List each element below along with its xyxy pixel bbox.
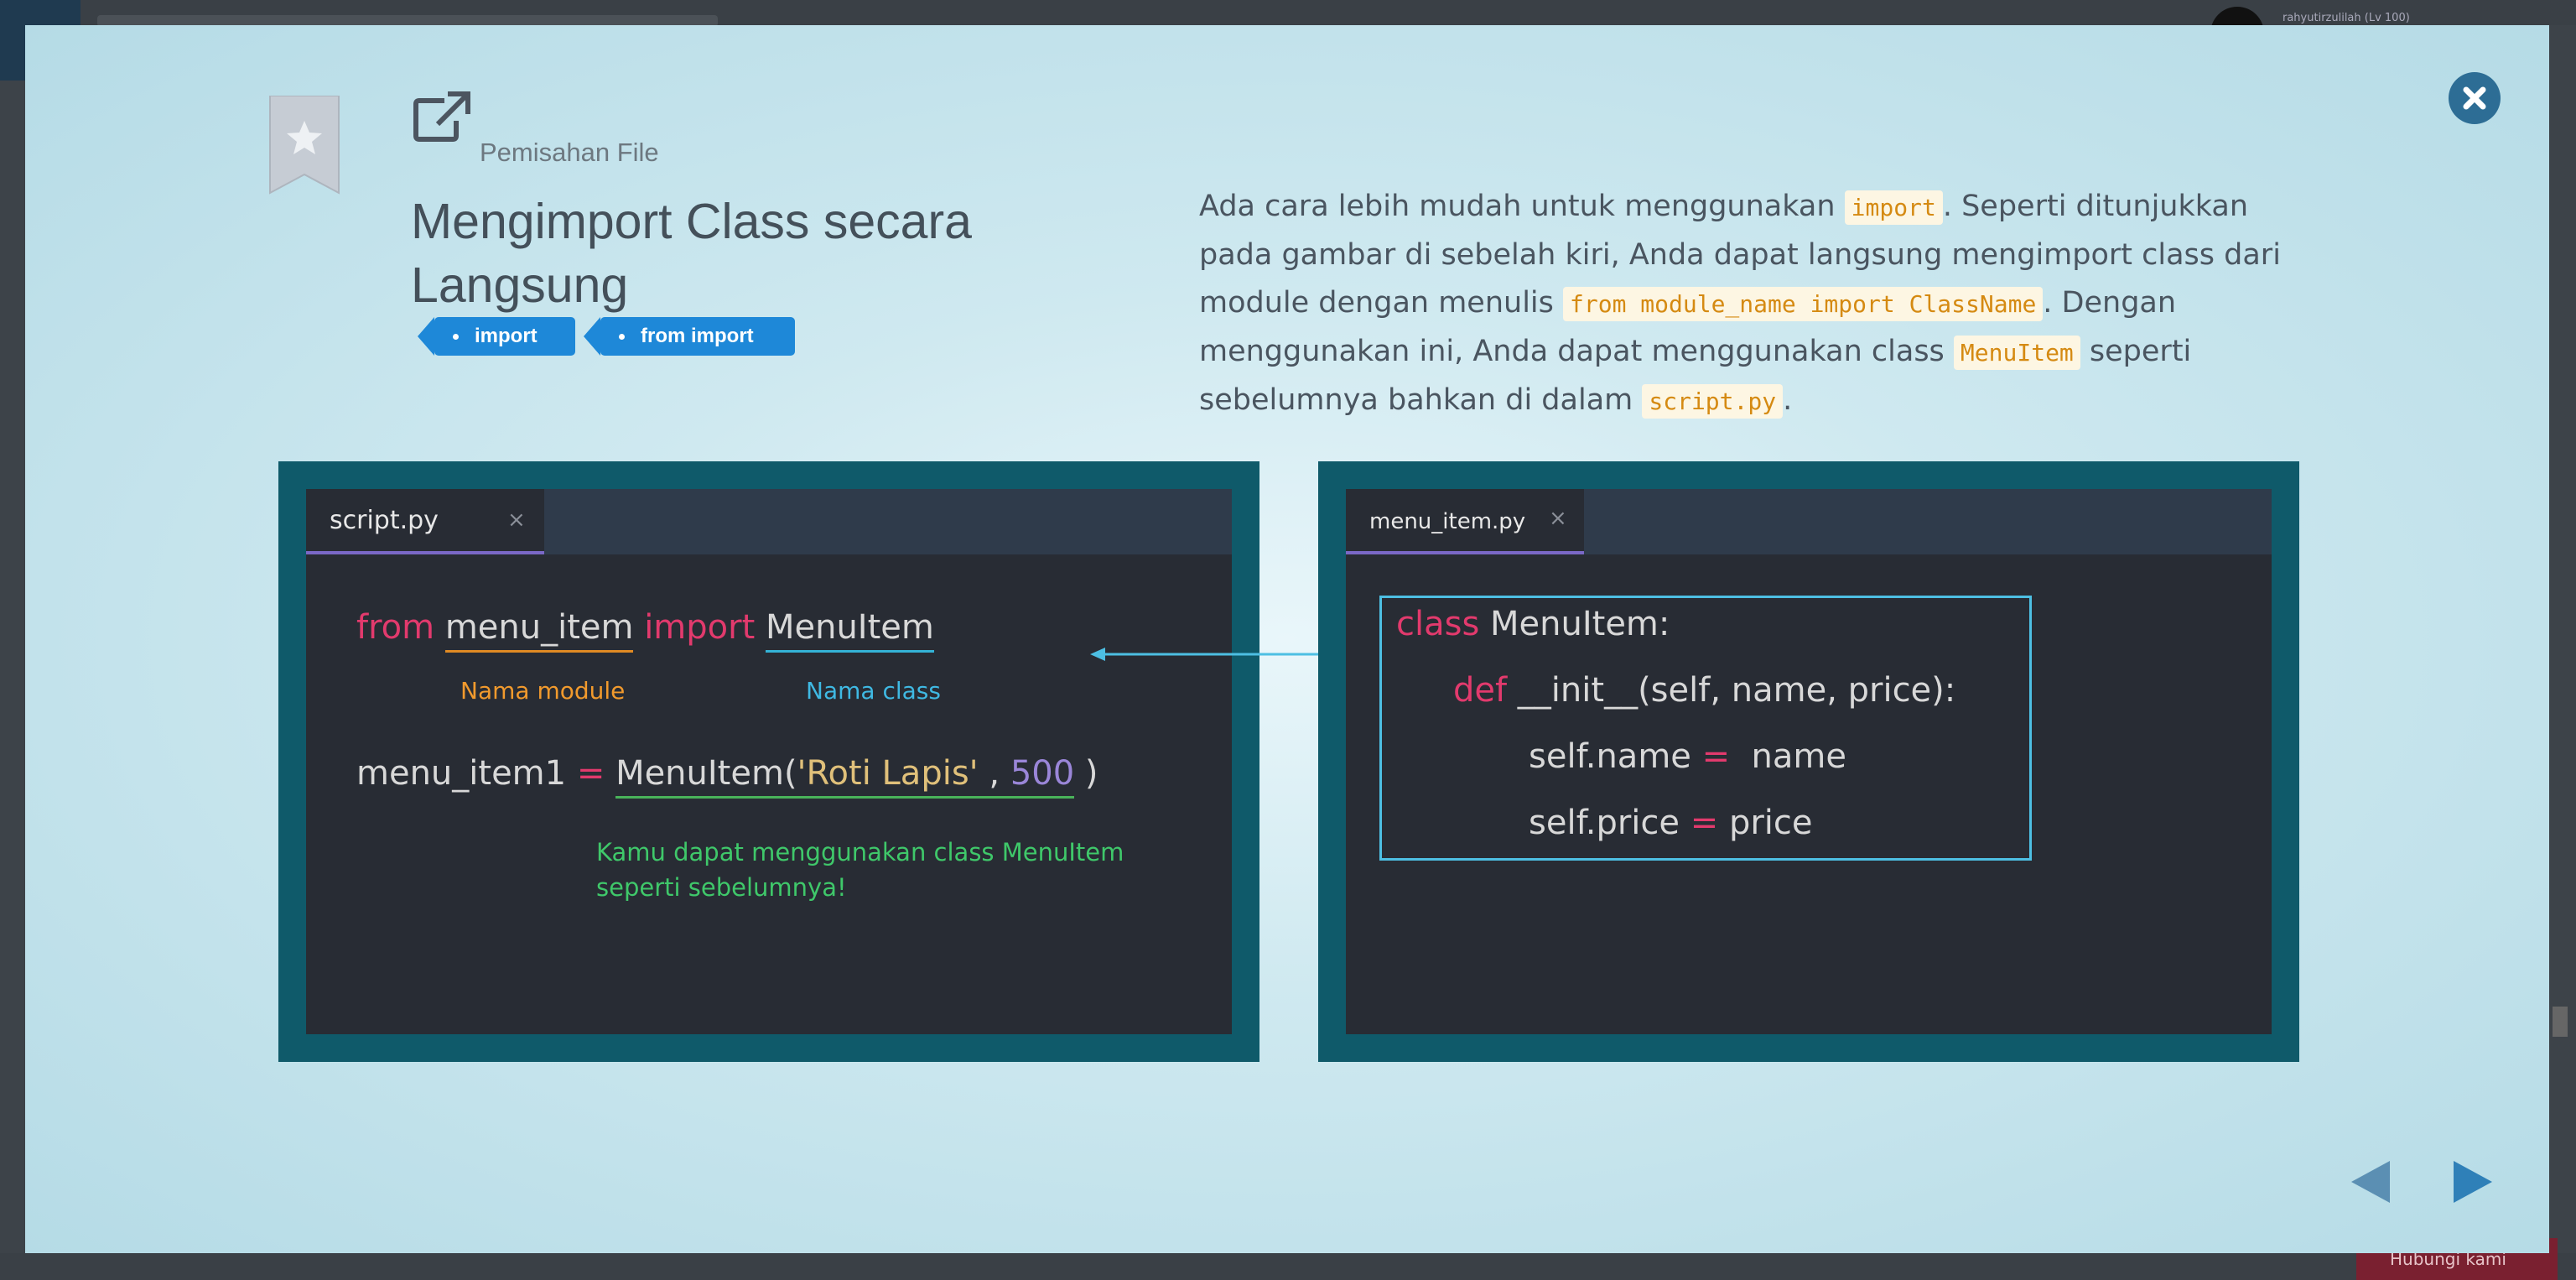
code-line-def: def __init__(self, name, price): bbox=[1453, 671, 1955, 710]
bookmark-star-icon[interactable] bbox=[268, 96, 340, 195]
call-comma: , bbox=[978, 754, 1010, 793]
note-line: Kamu dapat menggunakan class MenuItem bbox=[596, 838, 1124, 866]
page-title: Mengimport Class secara Langsung bbox=[411, 194, 972, 313]
keyword-import: import bbox=[644, 608, 756, 647]
inline-code: from module_name import ClassName bbox=[1563, 287, 2044, 321]
class-declaration: MenuItem: bbox=[1479, 605, 1670, 643]
class-name: MenuItem bbox=[765, 608, 934, 653]
keyword-class: class bbox=[1396, 605, 1480, 643]
constructor-call: MenuItem('Roti Lapis' , 500 bbox=[615, 754, 1075, 799]
assignment-value: name bbox=[1730, 737, 1846, 776]
tag-import[interactable]: import bbox=[418, 317, 575, 356]
assign-operator: = bbox=[576, 754, 605, 793]
code-line-class: class MenuItem: bbox=[1396, 605, 1670, 643]
code-editor: menu_item.py × class MenuItem: def __ini… bbox=[1346, 489, 2272, 1034]
code-panel-menu-item: menu_item.py × class MenuItem: def __ini… bbox=[1318, 461, 2299, 1062]
code-line-self-name: self.name = name bbox=[1529, 737, 1846, 776]
assign-operator: = bbox=[1701, 737, 1731, 776]
editor-tab-menu-item[interactable]: menu_item.py × bbox=[1346, 489, 1584, 554]
tab-close-icon[interactable]: × bbox=[507, 507, 526, 533]
breadcrumb: Pemisahan File bbox=[480, 138, 659, 167]
call-text: MenuItem( bbox=[615, 754, 797, 793]
code-panel-script: script.py × from menu_item import MenuIt… bbox=[278, 461, 1259, 1062]
close-button[interactable] bbox=[2449, 72, 2501, 124]
assign-operator: = bbox=[1690, 804, 1719, 842]
editor-tab-label: menu_item.py bbox=[1369, 509, 1526, 534]
variable-name: menu_item1 bbox=[356, 754, 567, 793]
next-slide-icon[interactable] bbox=[2454, 1161, 2492, 1203]
description-text: Ada cara lebih mudah untuk menggunakan bbox=[1199, 190, 1845, 223]
tag-label: from import bbox=[641, 325, 754, 347]
tag-from-import[interactable]: from import bbox=[584, 317, 795, 356]
tab-close-icon[interactable]: × bbox=[1549, 506, 1567, 531]
def-declaration: __init__(self, name, price): bbox=[1507, 671, 1956, 710]
background-bottom-bar bbox=[0, 1253, 2576, 1280]
code-line-instance: menu_item1 = MenuItem('Roti Lapis' , 500… bbox=[356, 754, 1098, 799]
assignment-target: self.name bbox=[1529, 737, 1702, 776]
keyword-from: from bbox=[356, 608, 435, 647]
string-literal: 'Roti Lapis' bbox=[797, 754, 979, 793]
previous-slide-icon[interactable] bbox=[2351, 1161, 2390, 1203]
call-close: ) bbox=[1074, 754, 1098, 793]
background-scrollbar-thumb bbox=[2553, 1007, 2568, 1037]
module-name: menu_item bbox=[444, 608, 634, 653]
slide-modal: Pemisahan File Mengimport Class secara L… bbox=[25, 25, 2549, 1253]
tag-dot-icon bbox=[453, 334, 459, 340]
external-link-icon bbox=[413, 91, 470, 142]
code-line-import: from menu_item import MenuItem bbox=[356, 608, 934, 653]
code-editor: script.py × from menu_item import MenuIt… bbox=[306, 489, 1232, 1034]
editor-tab-bar: menu_item.py × bbox=[1346, 489, 2272, 554]
assignment-value: price bbox=[1718, 804, 1813, 842]
note-line: seperti sebelumnya! bbox=[596, 873, 847, 902]
tag-dot-icon bbox=[619, 334, 625, 340]
inline-code: import bbox=[1844, 190, 1943, 225]
editor-tab-script[interactable]: script.py × bbox=[306, 489, 544, 554]
keyword-def: def bbox=[1453, 671, 1508, 710]
code-line-self-price: self.price = price bbox=[1529, 804, 1813, 842]
background-user-label: rahyutirzulilah (Lv 100) bbox=[2283, 12, 2410, 24]
close-icon bbox=[2463, 86, 2486, 110]
description-text: . bbox=[1783, 383, 1793, 417]
editor-tab-label: script.py bbox=[330, 506, 439, 535]
label-module: Nama module bbox=[460, 677, 626, 705]
note-usage: Kamu dapat menggunakan class MenuItem sep… bbox=[596, 835, 1124, 905]
number-literal: 500 bbox=[1010, 754, 1075, 793]
label-class: Nama class bbox=[806, 677, 941, 705]
inline-code: script.py bbox=[1642, 384, 1784, 419]
description: Ada cara lebih mudah untuk menggunakan i… bbox=[1199, 183, 2314, 425]
editor-tab-bar: script.py × bbox=[306, 489, 1232, 554]
tag-label: import bbox=[475, 325, 538, 347]
assignment-target: self.price bbox=[1529, 804, 1690, 842]
inline-code: MenuItem bbox=[1953, 336, 2080, 370]
